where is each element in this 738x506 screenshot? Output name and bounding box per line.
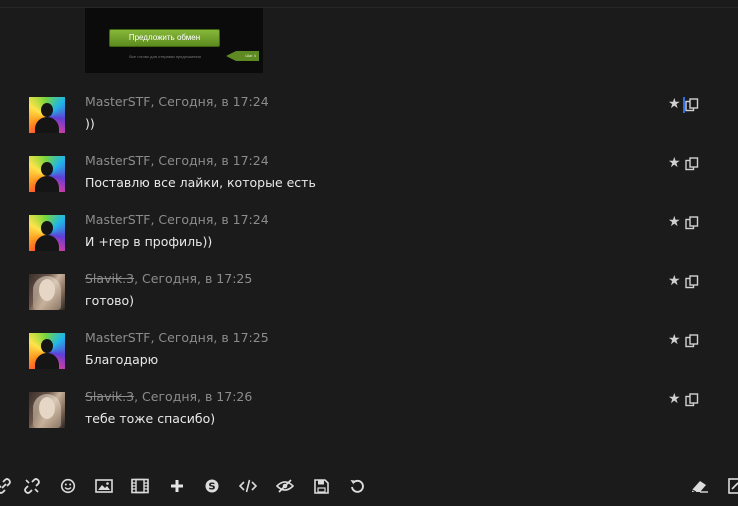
avatar[interactable] xyxy=(29,215,65,251)
message-time: , Сегодня, в 17:25 xyxy=(150,330,269,345)
embedded-screenshot[interactable]: Предложить обмен Все готово для отправки… xyxy=(85,8,263,73)
author-link[interactable]: MasterSTF xyxy=(85,330,150,345)
author-link[interactable]: Slavik.3 xyxy=(85,271,134,286)
star-icon[interactable]: ★ xyxy=(668,214,683,230)
chat-message: MasterSTF, Сегодня, в 17:25 Благодарю ★ xyxy=(0,330,738,385)
avatar-head xyxy=(41,162,53,176)
avatar-head xyxy=(41,103,53,117)
avatar-face xyxy=(39,397,55,419)
save-icon[interactable] xyxy=(311,476,331,496)
avatar-body xyxy=(35,117,59,133)
avatar-head xyxy=(41,339,53,353)
message-actions: ★ xyxy=(668,96,704,113)
message-text: И +rep в профиль)) xyxy=(85,234,213,249)
link-icon[interactable] xyxy=(0,476,14,496)
message-meta: MasterSTF, Сегодня, в 17:24 xyxy=(85,153,269,168)
message-time: , Сегодня, в 17:24 xyxy=(150,153,269,168)
message-text: Поставлю все лайки, которые есть xyxy=(85,175,316,190)
quote-icon[interactable] xyxy=(685,393,699,407)
undo-icon[interactable] xyxy=(347,476,367,496)
chat-message: Slavik.3, Сегодня, в 17:25 готово) ★ xyxy=(0,271,738,326)
author-link[interactable]: MasterSTF xyxy=(85,212,150,227)
avatar[interactable] xyxy=(29,97,65,133)
chat-message: Slavik.3, Сегодня, в 17:26 тебе тоже спа… xyxy=(0,389,738,444)
avatar-body xyxy=(35,235,59,251)
chat-message: MasterSTF, Сегодня, в 17:24 )) ★ xyxy=(0,94,738,149)
chat-page: Предложить обмен Все готово для отправки… xyxy=(0,0,738,506)
quote-icon[interactable] xyxy=(685,98,699,112)
avatar[interactable] xyxy=(29,392,65,428)
message-actions: ★ xyxy=(668,155,704,172)
eraser-icon[interactable] xyxy=(690,476,710,496)
message-text: готово) xyxy=(85,293,135,308)
message-meta: MasterSTF, Сегодня, в 17:24 xyxy=(85,212,269,227)
avatar-head xyxy=(41,221,53,235)
message-actions: ★ xyxy=(668,332,704,349)
embed-hint-text: Все готово для отправки предложения xyxy=(129,54,201,59)
message-time: , Сегодня, в 17:25 xyxy=(134,271,253,286)
skype-icon[interactable]: S xyxy=(202,476,222,496)
avatar[interactable] xyxy=(29,156,65,192)
code-icon[interactable] xyxy=(238,476,258,496)
quote-icon[interactable] xyxy=(685,275,699,289)
avatar-face xyxy=(39,279,55,301)
quote-icon[interactable] xyxy=(685,216,699,230)
message-meta: Slavik.3, Сегодня, в 17:25 xyxy=(85,271,252,286)
message-meta: Slavik.3, Сегодня, в 17:26 xyxy=(85,389,252,404)
message-time: , Сегодня, в 17:24 xyxy=(150,212,269,227)
unlink-icon[interactable] xyxy=(22,476,42,496)
edit-icon[interactable] xyxy=(725,476,738,496)
author-link[interactable]: MasterSTF xyxy=(85,153,150,168)
avatar-body xyxy=(35,176,59,192)
message-text: тебе тоже спасибо) xyxy=(85,411,216,426)
message-text: )) xyxy=(85,116,95,131)
message-actions: ★ xyxy=(668,273,704,290)
star-icon[interactable]: ★ xyxy=(668,96,683,112)
star-icon[interactable]: ★ xyxy=(668,391,683,407)
quote-icon[interactable] xyxy=(685,157,699,171)
message-actions: ★ xyxy=(668,214,704,231)
star-icon[interactable]: ★ xyxy=(668,332,683,348)
message-time: , Сегодня, в 17:26 xyxy=(134,389,253,404)
author-link[interactable]: MasterSTF xyxy=(85,94,150,109)
message-actions: ★ xyxy=(668,391,704,408)
author-link[interactable]: Slavik.3 xyxy=(85,389,134,404)
smiley-icon[interactable] xyxy=(58,476,78,496)
chat-message: MasterSTF, Сегодня, в 17:24 И +rep в про… xyxy=(0,212,738,267)
chat-message: MasterSTF, Сегодня, в 17:24 Поставлю все… xyxy=(0,153,738,208)
star-icon[interactable]: ★ xyxy=(668,273,683,289)
editor-toolbar: S xyxy=(0,476,738,498)
svg-text:S: S xyxy=(208,482,215,493)
quote-icon[interactable] xyxy=(685,334,699,348)
message-meta: MasterSTF, Сегодня, в 17:25 xyxy=(85,330,269,345)
image-icon[interactable] xyxy=(94,476,114,496)
avatar-body xyxy=(35,353,59,369)
embed-step-tag: Шаг 4 xyxy=(226,51,259,61)
message-text: Благодарю xyxy=(85,352,159,367)
message-meta: MasterSTF, Сегодня, в 17:24 xyxy=(85,94,269,109)
message-time: , Сегодня, в 17:24 xyxy=(150,94,269,109)
hide-icon[interactable] xyxy=(275,476,295,496)
avatar[interactable] xyxy=(29,274,65,310)
star-icon[interactable]: ★ xyxy=(668,155,683,171)
video-icon[interactable] xyxy=(130,476,150,496)
offer-exchange-button-image: Предложить обмен xyxy=(109,29,220,47)
avatar[interactable] xyxy=(29,333,65,369)
plus-icon[interactable] xyxy=(167,476,187,496)
